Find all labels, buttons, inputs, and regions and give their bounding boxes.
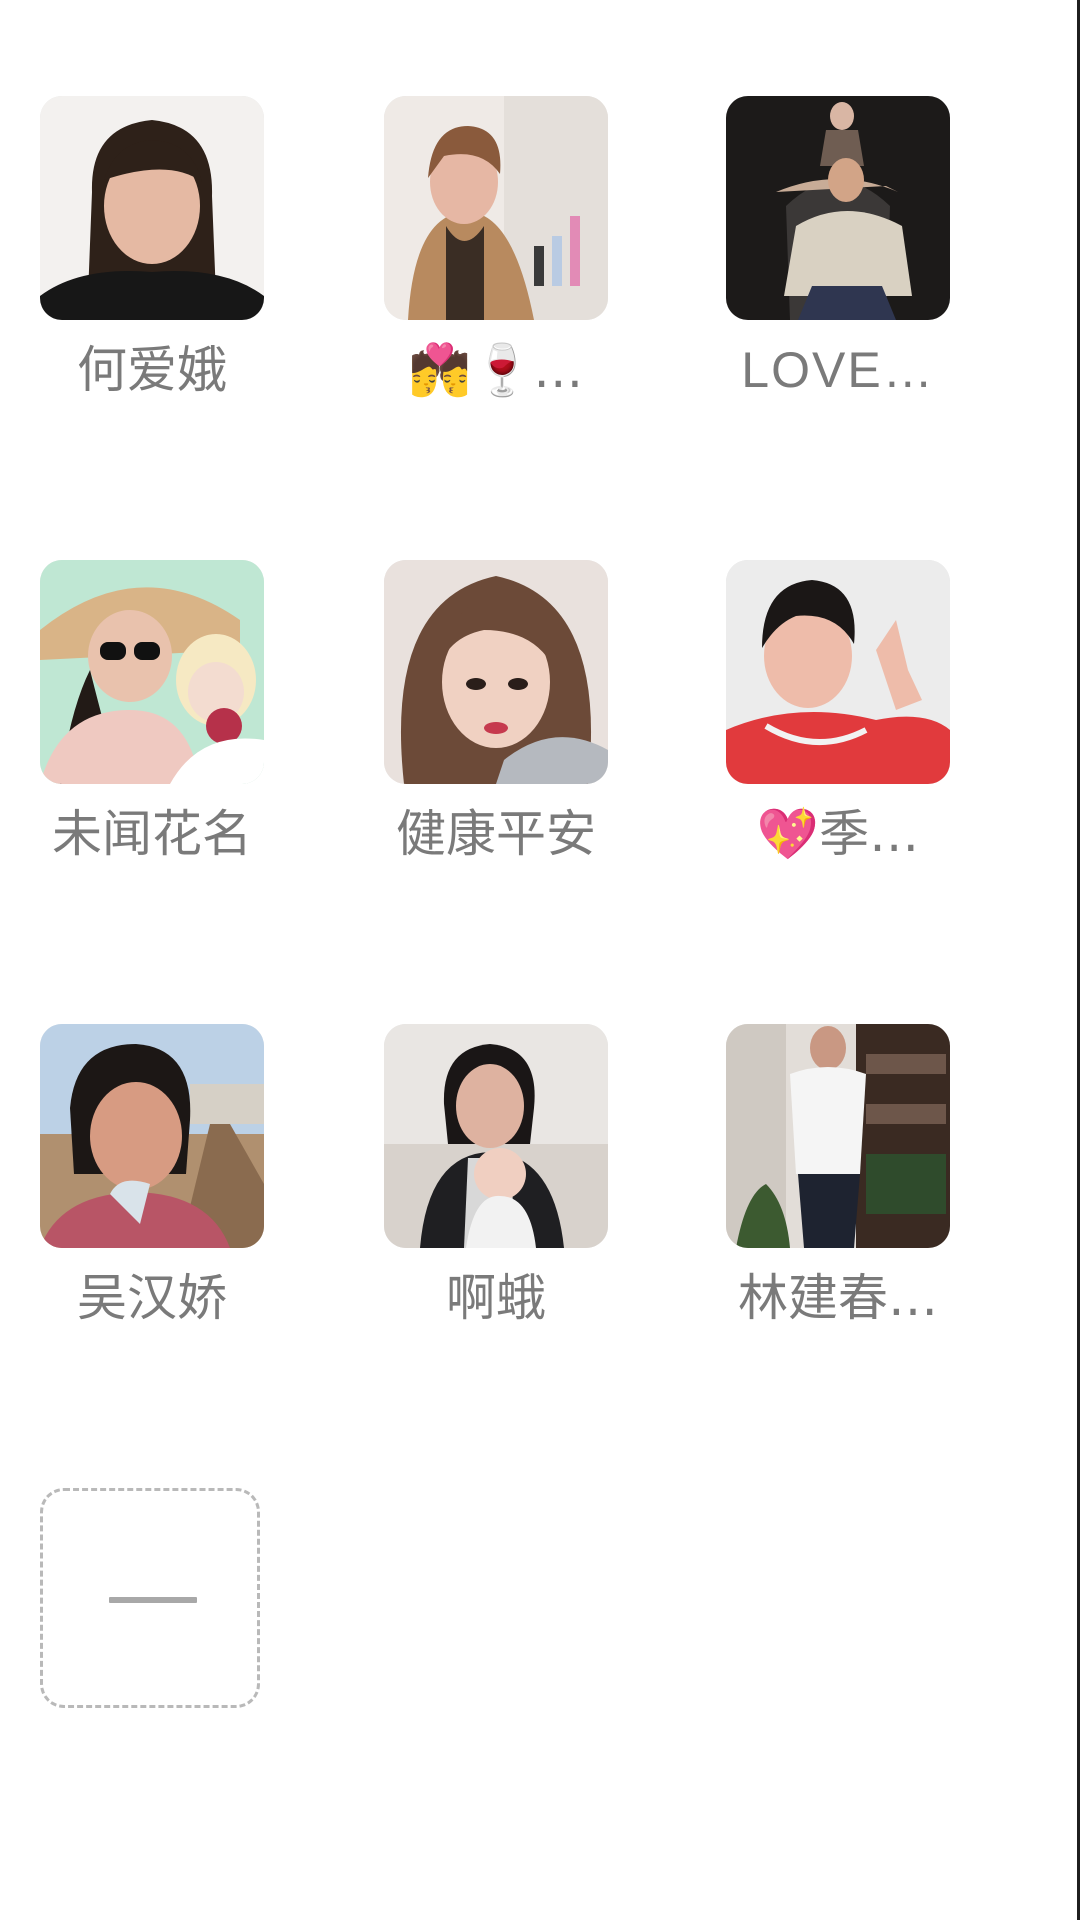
- member-avatar[interactable]: [40, 560, 264, 784]
- member-name: 未闻花名: [52, 805, 252, 863]
- minus-icon: [109, 1597, 197, 1603]
- member-tile[interactable]: 何爱娥: [40, 96, 264, 416]
- member-name: 何爱娥: [77, 341, 227, 399]
- member-tile[interactable]: 未闻花名: [40, 560, 264, 880]
- member-tile[interactable]: LOVE…: [726, 96, 950, 416]
- member-avatar[interactable]: [384, 96, 608, 320]
- member-avatar[interactable]: [726, 1024, 950, 1248]
- member-name: 💖季…: [756, 805, 920, 863]
- member-avatar[interactable]: [384, 560, 608, 784]
- member-avatar[interactable]: [726, 560, 950, 784]
- member-avatar[interactable]: [384, 1024, 608, 1248]
- member-name: 林建春…: [738, 1269, 938, 1327]
- member-name: LOVE…: [741, 342, 935, 398]
- member-name: 健康平安: [396, 805, 596, 863]
- member-tile[interactable]: 💏🍷…: [384, 96, 608, 416]
- member-avatar[interactable]: [726, 96, 950, 320]
- member-avatar[interactable]: [40, 96, 264, 320]
- member-tile[interactable]: 吴汉娇: [40, 1024, 264, 1344]
- member-name: 吴汉娇: [77, 1269, 227, 1327]
- group-members-screen: 何爱娥 💏🍷… LOVE… 未闻花名 健康平安 💖季… 吴汉娇 啊蛾 林建春…: [0, 0, 1080, 1920]
- member-tile[interactable]: 健康平安: [384, 560, 608, 880]
- member-name: 啊蛾: [446, 1269, 546, 1327]
- member-tile[interactable]: 林建春…: [726, 1024, 950, 1344]
- member-tile[interactable]: 啊蛾: [384, 1024, 608, 1344]
- remove-member-button[interactable]: [40, 1488, 260, 1708]
- member-avatar[interactable]: [40, 1024, 264, 1248]
- member-name: 💏🍷…: [408, 341, 584, 399]
- member-tile[interactable]: 💖季…: [726, 560, 950, 880]
